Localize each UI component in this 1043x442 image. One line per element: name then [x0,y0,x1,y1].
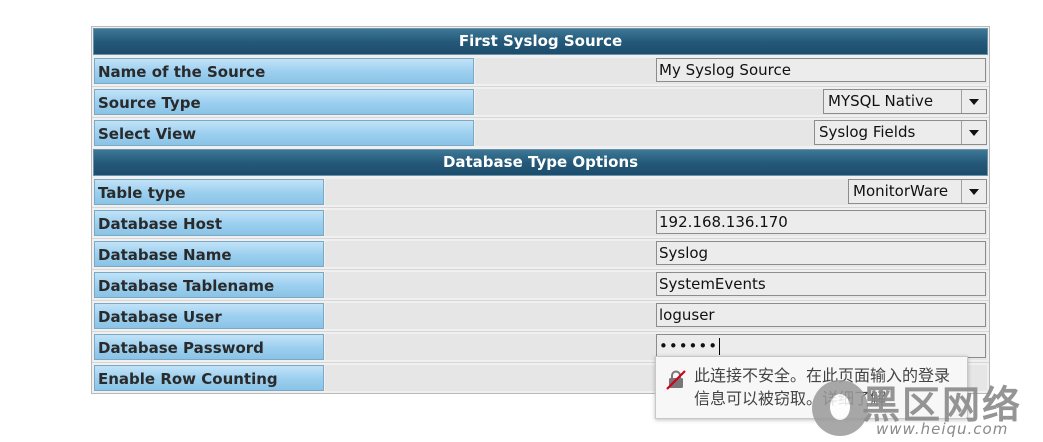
row-source-name: Name of the Source My Syslog Source [92,56,989,86]
field-label: Database Password [94,334,324,360]
field-label: Table type [94,179,324,205]
field-label: Name of the Source [94,58,474,84]
site-watermark: 黑区网络 www.heiqu.com [812,372,1043,440]
source-name-input[interactable]: My Syslog Source [656,58,986,82]
database-tablename-input[interactable]: SystemEvents [656,272,986,296]
watermark-url: www.heiqu.com [876,420,1009,438]
section-header-database: Database Type Options [93,149,988,176]
view-select[interactable]: Syslog Fields [814,120,987,145]
database-host-input[interactable]: 192.168.136.170 [656,210,986,234]
text-caret [719,338,721,355]
password-mask: •••••• [659,337,719,355]
watermark-logo-icon [812,380,868,436]
chevron-down-icon[interactable] [961,90,986,113]
field-label: Enable Row Counting [94,365,324,391]
row-database-user: Database User loguser [92,300,989,331]
source-type-select[interactable]: MYSQL Native [823,89,987,114]
row-database-name: Database Name Syslog [92,238,989,269]
select-value: MYSQL Native [828,92,934,110]
field-label: Database Name [94,241,324,267]
table-type-select[interactable]: MonitorWare [848,179,987,204]
row-source-type: Source Type MYSQL Native [92,86,989,117]
chevron-down-icon[interactable] [961,180,986,203]
row-database-tablename: Database Tablename SystemEvents [92,269,989,300]
database-password-input[interactable]: •••••• [656,334,986,358]
database-name-input[interactable]: Syslog [656,241,986,265]
insecure-lock-icon [666,370,686,390]
section-header-source: First Syslog Source [93,28,988,55]
database-user-input[interactable]: loguser [656,303,986,327]
field-label: Select View [94,120,474,146]
syslog-source-form: First Syslog Source Name of the Source M… [91,26,990,394]
field-label: Database Tablename [94,272,324,298]
field-label: Database Host [94,210,324,236]
select-value: MonitorWare [853,182,949,200]
row-database-host: Database Host 192.168.136.170 [92,207,989,238]
chevron-down-icon[interactable] [961,121,986,144]
row-select-view: Select View Syslog Fields [92,117,989,148]
row-table-type: Table type MonitorWare [92,177,989,207]
field-label: Source Type [94,89,474,115]
select-value: Syslog Fields [819,123,916,141]
field-label: Database User [94,303,324,329]
